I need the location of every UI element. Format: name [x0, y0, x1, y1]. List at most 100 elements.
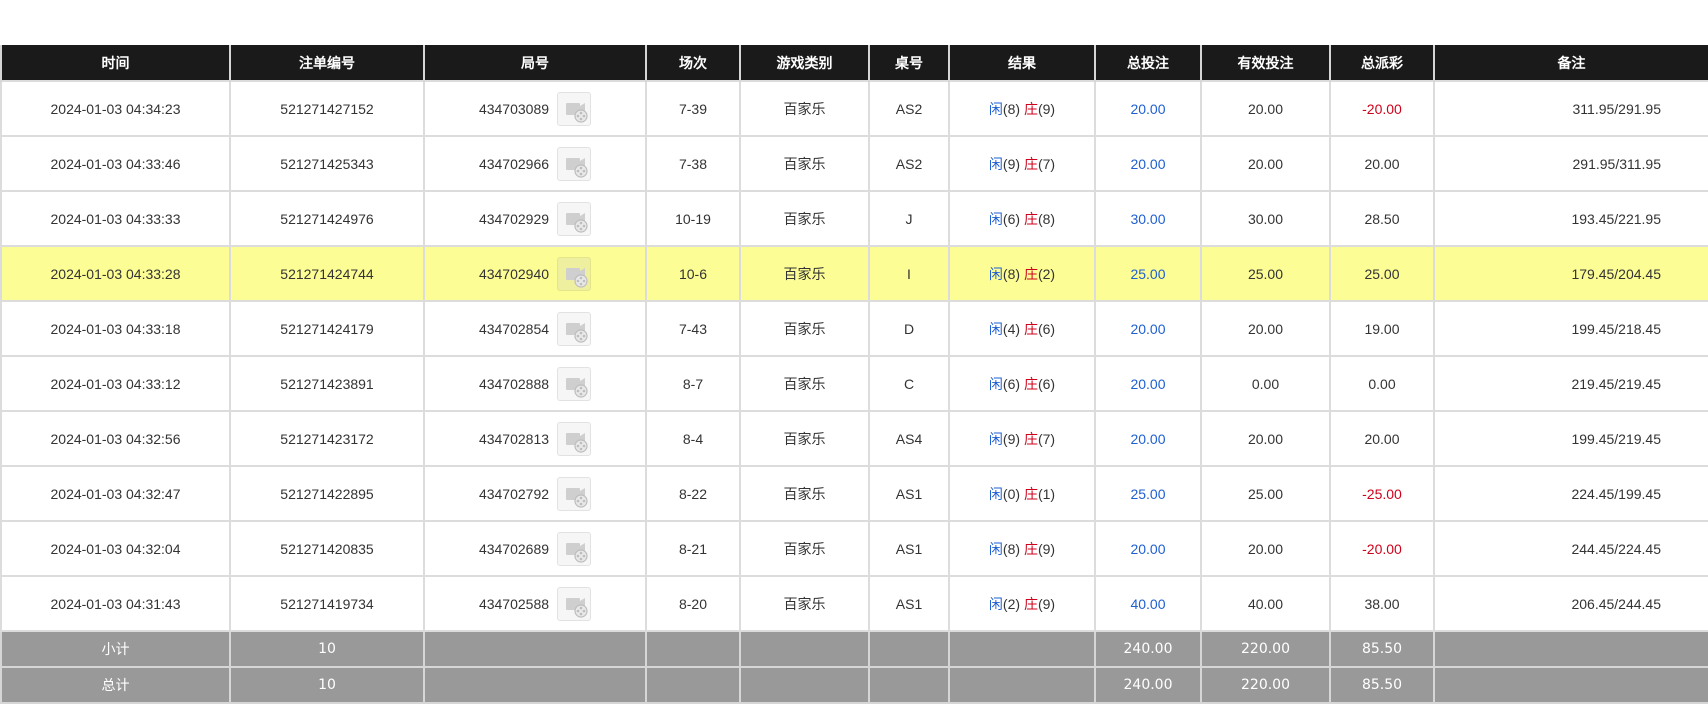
cell-memo: 219.45/219.45: [1433, 355, 1708, 412]
bet-records-table-wrapper: 时间 注单编号 局号 场次 游戏类别 桌号 结果 总投注 有效投注 总派彩 备注…: [0, 45, 1708, 704]
result-player-score: (6): [1002, 210, 1021, 227]
col-header-payout: 总派彩: [1329, 45, 1435, 81]
video-replay-icon[interactable]: [557, 201, 592, 236]
cell-round-no: 434702689: [423, 520, 647, 577]
cell-time: 2024-01-03 04:33:18: [0, 300, 231, 357]
cell-payout: 38.00: [1329, 575, 1435, 632]
cell-result: 闲(9) 庄(7): [948, 410, 1096, 467]
video-replay-icon[interactable]: [557, 146, 592, 181]
col-header-table-no: 桌号: [868, 45, 950, 81]
cell-table-no: D: [868, 300, 950, 357]
summary-empty: [868, 666, 950, 704]
video-replay-icon[interactable]: [557, 531, 592, 566]
video-replay-icon[interactable]: [557, 421, 592, 456]
cell-table-no: AS1: [868, 465, 950, 522]
cell-payout: 28.50: [1329, 190, 1435, 247]
cell-round-no: 434702888: [423, 355, 647, 412]
summary-empty: [423, 666, 647, 704]
round-no-text: 434702792: [478, 485, 550, 502]
cell-payout: 0.00: [1329, 355, 1435, 412]
col-header-round-no: 局号: [423, 45, 647, 81]
table-row: 2024-01-03 04:33:28 521271424744 434702940…: [0, 245, 1708, 302]
cell-session: 8-20: [645, 575, 741, 632]
cell-table-no: J: [868, 190, 950, 247]
cell-result: 闲(8) 庄(9): [948, 80, 1096, 137]
cell-session: 8-4: [645, 410, 741, 467]
cell-memo: 244.45/224.45: [1433, 520, 1708, 577]
cell-bet-id: 521271427152: [229, 80, 425, 137]
video-replay-icon[interactable]: [557, 311, 592, 346]
summary-payout: 85.50: [1329, 666, 1435, 704]
cell-session: 8-21: [645, 520, 741, 577]
result-banker-label: 庄: [1023, 265, 1038, 282]
col-header-bet-id: 注单编号: [229, 45, 425, 81]
cell-time: 2024-01-03 04:33:12: [0, 355, 231, 412]
result-player-score: (2): [1002, 595, 1021, 612]
col-header-game-type: 游戏类别: [739, 45, 870, 81]
video-replay-icon[interactable]: [557, 91, 592, 126]
result-player-score: (9): [1002, 430, 1021, 447]
round-no-text: 434702929: [478, 210, 550, 227]
cell-memo: 179.45/204.45: [1433, 245, 1708, 302]
video-replay-icon[interactable]: [557, 256, 592, 291]
result-player-label: 闲: [988, 375, 1003, 392]
table-row: 2024-01-03 04:33:12 521271423891 434702888…: [0, 355, 1708, 412]
cell-bet-id: 521271424744: [229, 245, 425, 302]
cell-time: 2024-01-03 04:32:47: [0, 465, 231, 522]
summary-empty: [645, 630, 741, 668]
summary-row: 总计 10 240.00 220.00 85.50: [0, 666, 1708, 704]
cell-round-no: 434702813: [423, 410, 647, 467]
result-banker-score: (7): [1037, 430, 1056, 447]
round-no-text: 434702966: [478, 155, 550, 172]
cell-total-bet: 20.00: [1094, 135, 1202, 192]
summary-empty: [645, 666, 741, 704]
col-header-total-bet: 总投注: [1094, 45, 1202, 81]
cell-table-no: C: [868, 355, 950, 412]
summary-payout: 85.50: [1329, 630, 1435, 668]
result-banker-label: 庄: [1023, 320, 1038, 337]
cell-total-bet: 20.00: [1094, 520, 1202, 577]
summary-empty: [423, 630, 647, 668]
result-player-label: 闲: [988, 540, 1003, 557]
summary-valid-bet: 220.00: [1200, 666, 1331, 704]
cell-session: 8-7: [645, 355, 741, 412]
round-no-text: 434702588: [478, 595, 550, 612]
cell-valid-bet: 20.00: [1200, 80, 1331, 137]
cell-game-type: 百家乐: [739, 190, 870, 247]
cell-round-no: 434702588: [423, 575, 647, 632]
cell-valid-bet: 20.00: [1200, 300, 1331, 357]
video-replay-icon[interactable]: [557, 586, 592, 621]
cell-result: 闲(6) 庄(8): [948, 190, 1096, 247]
col-header-result: 结果: [948, 45, 1096, 81]
result-banker-score: (9): [1037, 100, 1056, 117]
cell-total-bet: 20.00: [1094, 355, 1202, 412]
table-row: 2024-01-03 04:33:46 521271425343 434702966…: [0, 135, 1708, 192]
cell-time: 2024-01-03 04:33:46: [0, 135, 231, 192]
cell-result: 闲(2) 庄(9): [948, 575, 1096, 632]
summary-label: 总计: [0, 666, 231, 704]
result-player-score: (8): [1002, 265, 1021, 282]
cell-time: 2024-01-03 04:33:28: [0, 245, 231, 302]
cell-valid-bet: 20.00: [1200, 520, 1331, 577]
result-player-score: (9): [1002, 155, 1021, 172]
cell-time: 2024-01-03 04:34:23: [0, 80, 231, 137]
cell-result: 闲(4) 庄(6): [948, 300, 1096, 357]
cell-round-no: 434702966: [423, 135, 647, 192]
result-banker-score: (9): [1037, 595, 1056, 612]
cell-session: 7-39: [645, 80, 741, 137]
video-replay-icon[interactable]: [557, 476, 592, 511]
cell-game-type: 百家乐: [739, 355, 870, 412]
result-player-label: 闲: [988, 430, 1003, 447]
video-replay-icon[interactable]: [557, 366, 592, 401]
cell-table-no: AS4: [868, 410, 950, 467]
round-no-text: 434702854: [478, 320, 550, 337]
cell-time: 2024-01-03 04:31:43: [0, 575, 231, 632]
col-header-memo: 备注: [1433, 45, 1708, 81]
cell-total-bet: 40.00: [1094, 575, 1202, 632]
cell-total-bet: 20.00: [1094, 410, 1202, 467]
cell-session: 7-43: [645, 300, 741, 357]
table-row: 2024-01-03 04:32:47 521271422895 434702792…: [0, 465, 1708, 522]
summary-empty: [948, 630, 1096, 668]
result-player-label: 闲: [988, 100, 1003, 117]
cell-game-type: 百家乐: [739, 245, 870, 302]
